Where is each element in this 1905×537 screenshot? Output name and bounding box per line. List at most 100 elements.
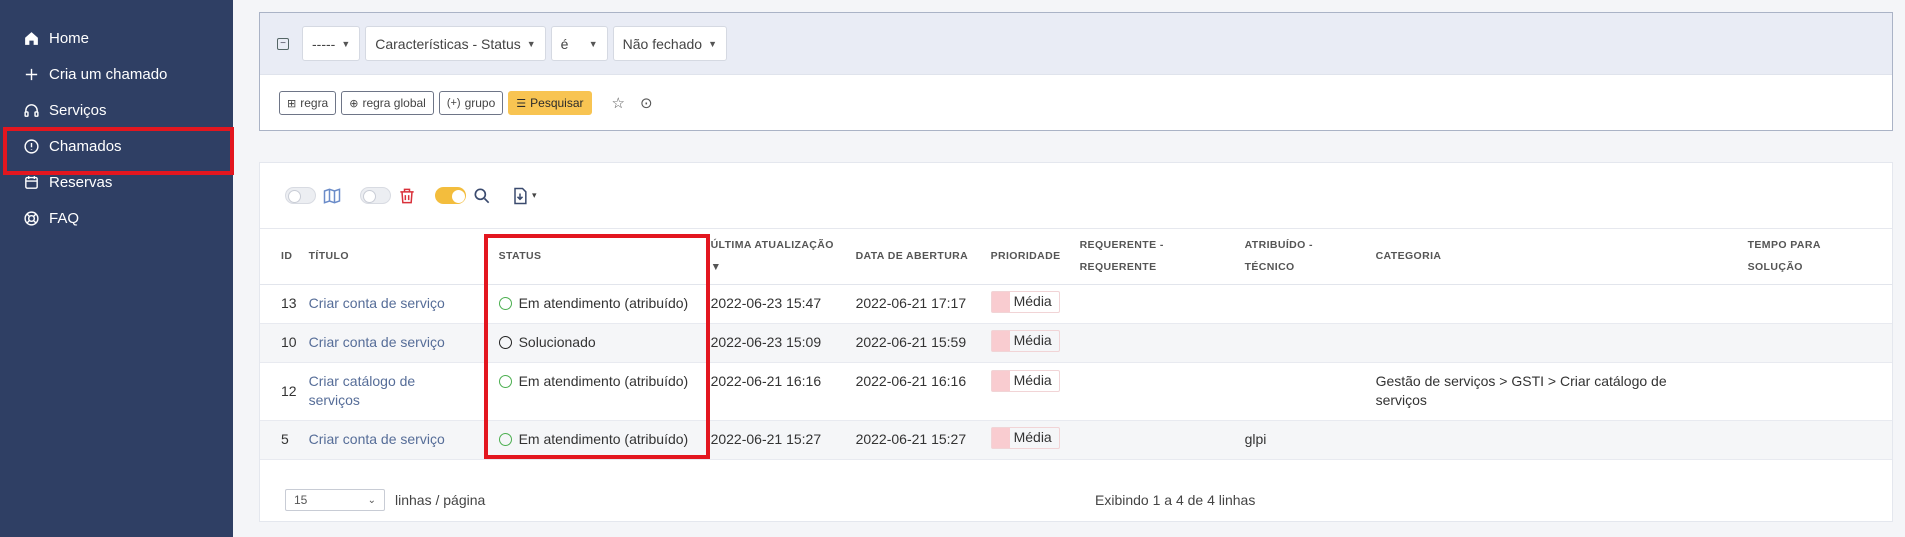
search-button[interactable]: ☰ Pesquisar (508, 91, 592, 115)
sidebar-item-label: Serviços (49, 101, 107, 119)
priority-badge: Média (990, 369, 1060, 392)
chevron-down-icon: ▼ (341, 38, 351, 49)
col-assigned[interactable]: ATRIBUÍDO - TÉCNICO (1238, 229, 1370, 285)
cell-priority: Média (985, 284, 1074, 323)
sidebar-item-tickets[interactable]: Chamados (0, 127, 234, 175)
cell-id: 5 (281, 431, 289, 447)
cell-assigned (1239, 362, 1370, 420)
cell-solve-time (1742, 420, 1892, 459)
sidebar-item-label: FAQ (49, 209, 80, 227)
trash-icon (397, 186, 417, 206)
cell-solve-time (1742, 362, 1892, 420)
collapse-icon[interactable]: − (277, 37, 289, 50)
col-opening-date[interactable]: DATA DE ABERTURA (849, 229, 985, 285)
headset-icon (22, 101, 40, 119)
col-requester[interactable]: REQUERENTE - REQUERENTE (1073, 229, 1239, 285)
cell-title: Criar conta de serviço (303, 420, 487, 459)
results-toolbar: ▾ (260, 163, 1892, 229)
table-row: 12 Criar catálogo de serviços Em atendime… (260, 362, 1892, 420)
cell-opening-date: 2022-06-21 16:16 (855, 372, 967, 389)
cell-last-update: 2022-06-21 16:16 (710, 372, 822, 389)
table-row: 10 Criar conta de serviço Solucionado 20… (260, 323, 1892, 362)
per-page-label: linhas / página (395, 492, 486, 508)
reset-circle-icon[interactable]: ⊙ (640, 94, 653, 112)
sidebar-item-faq[interactable]: FAQ (0, 200, 233, 236)
sidebar-item-label: Chamados (49, 137, 122, 155)
cell-title: Criar conta de serviço (303, 284, 487, 323)
ticket-link[interactable]: Criar catálogo de serviços (309, 373, 416, 408)
cell-opening-date: 2022-06-21 15:59 (855, 334, 967, 350)
search-actions-row: ⊞ regra ⊕ regra global (+) grupo ☰ Pesquisar… (260, 75, 1892, 131)
map-toggle[interactable] (285, 187, 316, 204)
cell-title: Criar catálogo de serviços (303, 362, 487, 420)
table-row: 5 Criar conta de serviço Em atendimento … (260, 420, 1892, 459)
chevron-down-icon: ▾ (532, 190, 537, 200)
col-category[interactable]: CATEGORIA (1369, 229, 1742, 285)
ticket-link[interactable]: Criar conta de serviço (309, 334, 445, 350)
showing-count: Exibindo 1 a 4 de 4 linhas (1095, 492, 1256, 508)
sidebar-item-reservations[interactable]: Reservas (0, 164, 233, 200)
add-group-button[interactable]: (+) grupo (438, 91, 504, 115)
sidebar-item-services[interactable]: Serviços (0, 92, 233, 128)
cell-category (1370, 284, 1742, 323)
add-rule-button[interactable]: ⊞ regra (279, 91, 337, 115)
operator-select[interactable]: é ▼ (550, 26, 608, 61)
sidebar: Home Cria um chamado Serviços Chamados R… (0, 0, 234, 537)
cell-id: 12 (281, 382, 297, 399)
chevron-down-icon: ▼ (588, 38, 598, 49)
field-select[interactable]: Características - Status ▼ (365, 26, 546, 61)
sidebar-item-label: Cria um chamado (49, 65, 168, 83)
cell-opening-date: 2022-06-21 17:17 (855, 295, 967, 311)
value-select[interactable]: Não fechado ▼ (612, 26, 727, 61)
cell-last-update: 2022-06-21 15:27 (710, 431, 822, 447)
alert-circle-icon (22, 137, 40, 155)
search-toggle[interactable] (435, 187, 466, 204)
cell-last-update: 2022-06-23 15:47 (710, 295, 822, 311)
plus-square-icon: ⊞ (287, 97, 297, 110)
cell-requester (1074, 284, 1239, 323)
chevron-down-icon: ▼ (526, 38, 536, 49)
cell-id: 13 (281, 295, 297, 311)
col-last-update[interactable]: ÚLTIMA ATUALIZAÇÃO ▼ (704, 229, 850, 285)
priority-badge: Média (990, 290, 1060, 313)
col-status[interactable]: STATUS (486, 229, 705, 285)
page-size-select[interactable]: 15 ⌄ (285, 489, 385, 511)
col-title[interactable]: TÍTULO (302, 229, 487, 285)
lifebuoy-icon (22, 209, 40, 227)
ticket-link[interactable]: Criar conta de serviço (309, 431, 445, 447)
cell-id: 10 (281, 334, 297, 350)
cell-status: Em atendimento (atribuído) (487, 284, 705, 323)
tickets-table: ID TÍTULO STATUS ÚLTIMA ATUALIZAÇÃO ▼ DAT… (260, 229, 1892, 460)
col-id[interactable]: ID (260, 229, 303, 285)
star-icon[interactable]: ☆ (612, 94, 625, 112)
cell-status: Solucionado (487, 323, 705, 362)
cell-opening-date: 2022-06-21 15:27 (855, 431, 967, 447)
cell-requester (1074, 323, 1239, 362)
export-icon[interactable]: ▾ (510, 186, 537, 206)
cell-title: Criar conta de serviço (303, 323, 487, 362)
cell-assigned: glpi (1244, 431, 1267, 447)
sidebar-item-label: Reservas (49, 173, 113, 191)
status-assigned-icon (498, 374, 512, 388)
home-icon (22, 29, 40, 47)
cell-assigned (1239, 323, 1370, 362)
sidebar-item-create-ticket[interactable]: Cria um chamado (0, 56, 233, 92)
add-global-rule-button[interactable]: ⊕ regra global (341, 91, 434, 115)
map-icon (322, 186, 342, 206)
link-select[interactable]: ----- ▼ (302, 26, 361, 61)
search-criteria-row: − ----- ▼ Características - Status ▼ é ▼ Nã… (260, 13, 1892, 75)
status-assigned-icon (498, 433, 512, 446)
ticket-link[interactable]: Criar conta de serviço (309, 295, 445, 311)
cell-status: Em atendimento (atribuído) (487, 362, 705, 420)
cell-priority: Média (985, 323, 1074, 362)
priority-badge: Média (990, 426, 1060, 449)
search-panel: − ----- ▼ Características - Status ▼ é ▼ Nã… (259, 12, 1893, 131)
trash-toggle[interactable] (360, 187, 391, 204)
col-priority[interactable]: PRIORIDADE (984, 229, 1074, 285)
sort-desc-icon: ▼ (710, 261, 722, 274)
pagination-footer: 15 ⌄ linhas / página Exibindo 1 a 4 de 4 … (260, 479, 1892, 521)
cell-category: Gestão de serviços > GSTI > Criar catálo… (1375, 373, 1667, 408)
col-solve-time[interactable]: TEMPO PARA SOLUÇÃO (1741, 229, 1892, 285)
table-row: 13 Criar conta de serviço Em atendimento… (260, 284, 1892, 323)
sidebar-item-home[interactable]: Home (0, 20, 233, 56)
